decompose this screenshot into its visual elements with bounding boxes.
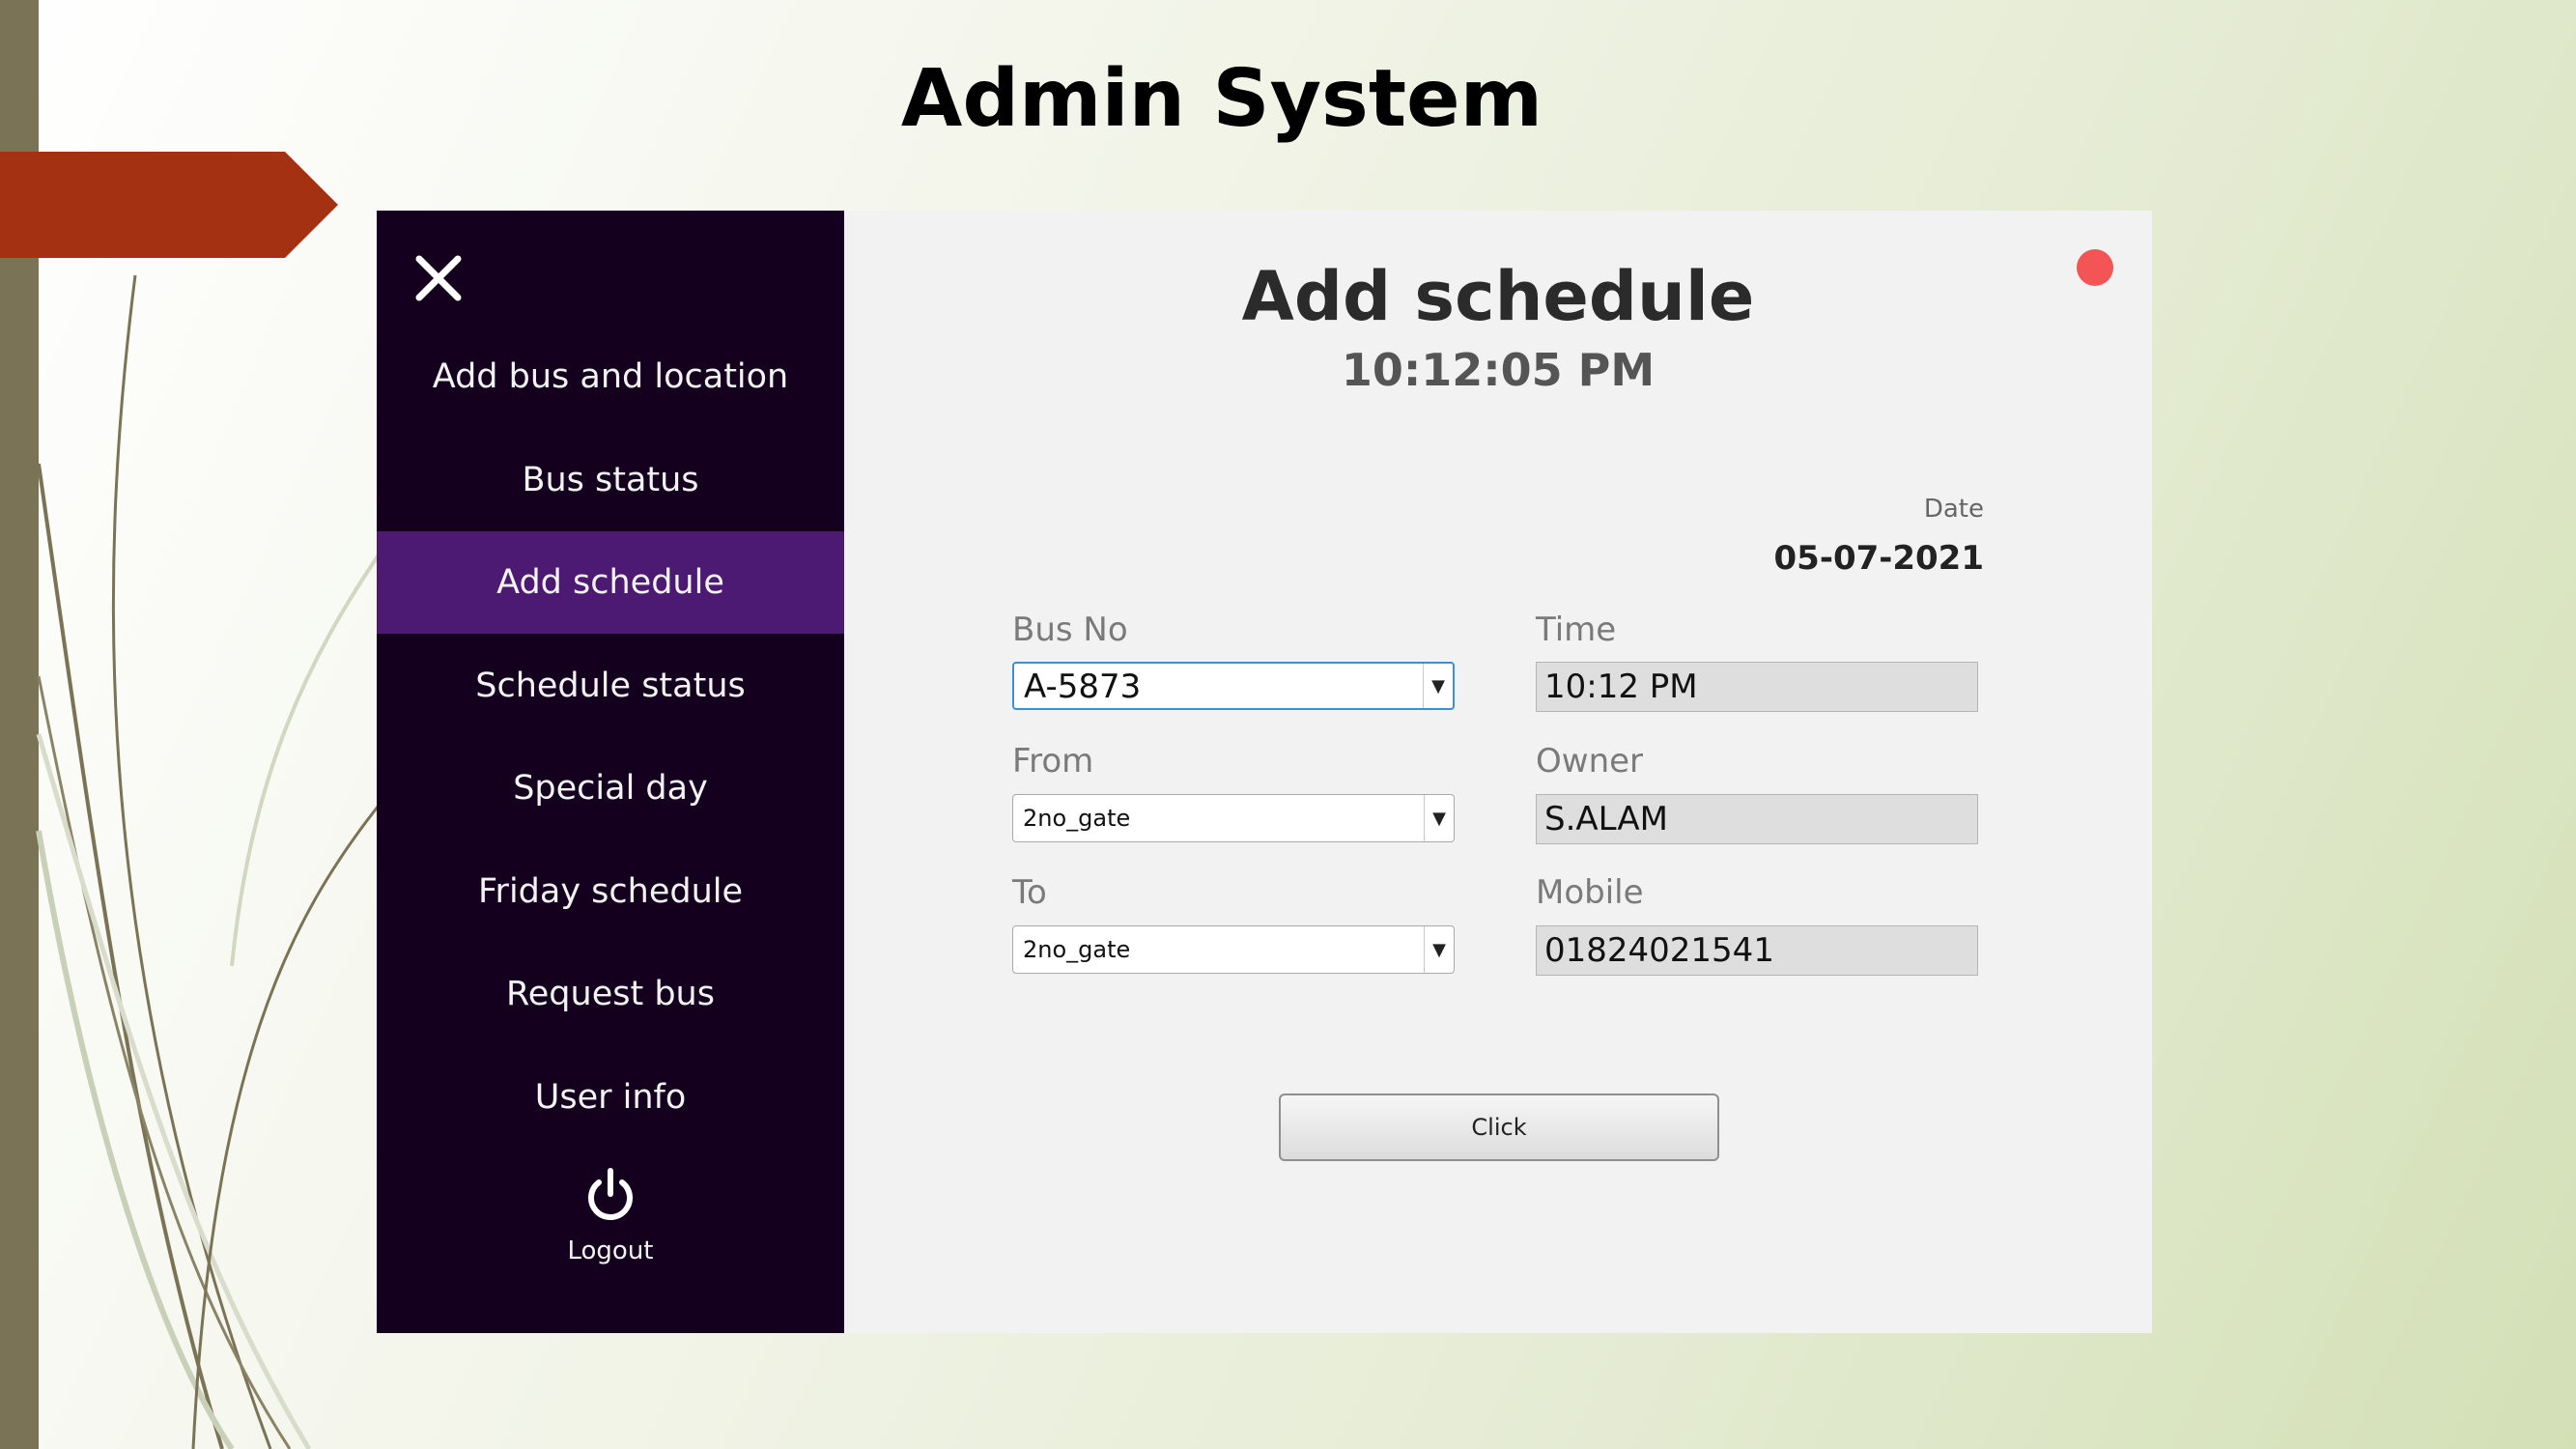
- to-label: To: [1012, 873, 1047, 912]
- chevron-down-icon[interactable]: ▼: [1424, 926, 1454, 973]
- red-arrow-banner: [0, 152, 338, 258]
- chevron-down-icon[interactable]: ▼: [1423, 664, 1453, 708]
- sidebar-item-request-bus[interactable]: Request bus: [377, 943, 844, 1045]
- to-value: 2no_gate: [1023, 936, 1131, 963]
- slide-title: Admin System: [900, 53, 1543, 145]
- sidebar-item-label: Special day: [513, 769, 708, 808]
- sidebar-item-label: User info: [534, 1078, 687, 1117]
- mobile-value: 01824021541: [1544, 931, 1774, 970]
- from-label: From: [1012, 742, 1094, 781]
- bus-no-select[interactable]: A-5873 ▼: [1012, 662, 1455, 710]
- power-icon: [588, 1168, 633, 1220]
- sidebar-item-friday-schedule[interactable]: Friday schedule: [377, 840, 844, 943]
- sidebar-item-label: Friday schedule: [477, 872, 744, 911]
- from-select[interactable]: 2no_gate ▼: [1012, 794, 1455, 842]
- sidebar-item-add-schedule[interactable]: Add schedule: [377, 531, 844, 634]
- owner-value: S.ALAM: [1544, 800, 1668, 838]
- close-icon[interactable]: [411, 251, 466, 305]
- owner-field[interactable]: S.ALAM: [1536, 794, 1978, 844]
- logout-label: Logout: [567, 1236, 654, 1265]
- clock-display: 10:12:05 PM: [1341, 344, 1656, 396]
- sidebar-item-label: Add bus and location: [432, 357, 789, 396]
- time-field[interactable]: 10:12 PM: [1536, 662, 1978, 712]
- sidebar-item-special-day[interactable]: Special day: [377, 737, 844, 839]
- logout-button[interactable]: Logout: [377, 1167, 844, 1265]
- sidebar-item-label: Schedule status: [475, 667, 746, 705]
- bus-no-label: Bus No: [1012, 611, 1128, 649]
- sidebar-item-label: Bus status: [522, 461, 699, 499]
- mobile-field[interactable]: 01824021541: [1536, 925, 1978, 976]
- time-value: 10:12 PM: [1544, 668, 1698, 706]
- sidebar-item-schedule-status[interactable]: Schedule status: [377, 635, 844, 737]
- submit-button[interactable]: Click: [1279, 1094, 1719, 1161]
- add-schedule-panel: Add schedule 10:12:05 PM Date 05-07-2021…: [844, 211, 2152, 1333]
- chevron-down-icon[interactable]: ▼: [1424, 795, 1454, 841]
- app-window: Add bus and location Bus status Add sche…: [377, 211, 2152, 1333]
- time-label: Time: [1536, 611, 1617, 649]
- date-label: Date: [1923, 495, 1984, 524]
- sidebar-item-label: Request bus: [506, 975, 715, 1013]
- sidebar-item-add-bus-and-location[interactable]: Add bus and location: [377, 326, 844, 428]
- mobile-label: Mobile: [1536, 873, 1644, 912]
- from-value: 2no_gate: [1023, 805, 1131, 832]
- sidebar-item-bus-status[interactable]: Bus status: [377, 429, 844, 531]
- bus-no-value: A-5873: [1024, 668, 1142, 706]
- sidebar: Add bus and location Bus status Add sche…: [377, 211, 844, 1333]
- form-title: Add schedule: [1241, 257, 1755, 336]
- owner-label: Owner: [1536, 742, 1644, 781]
- to-select[interactable]: 2no_gate ▼: [1012, 925, 1455, 974]
- date-value: 05-07-2021: [1773, 539, 1984, 578]
- sidebar-item-label: Add schedule: [496, 563, 724, 602]
- sidebar-item-user-info[interactable]: User info: [377, 1046, 844, 1149]
